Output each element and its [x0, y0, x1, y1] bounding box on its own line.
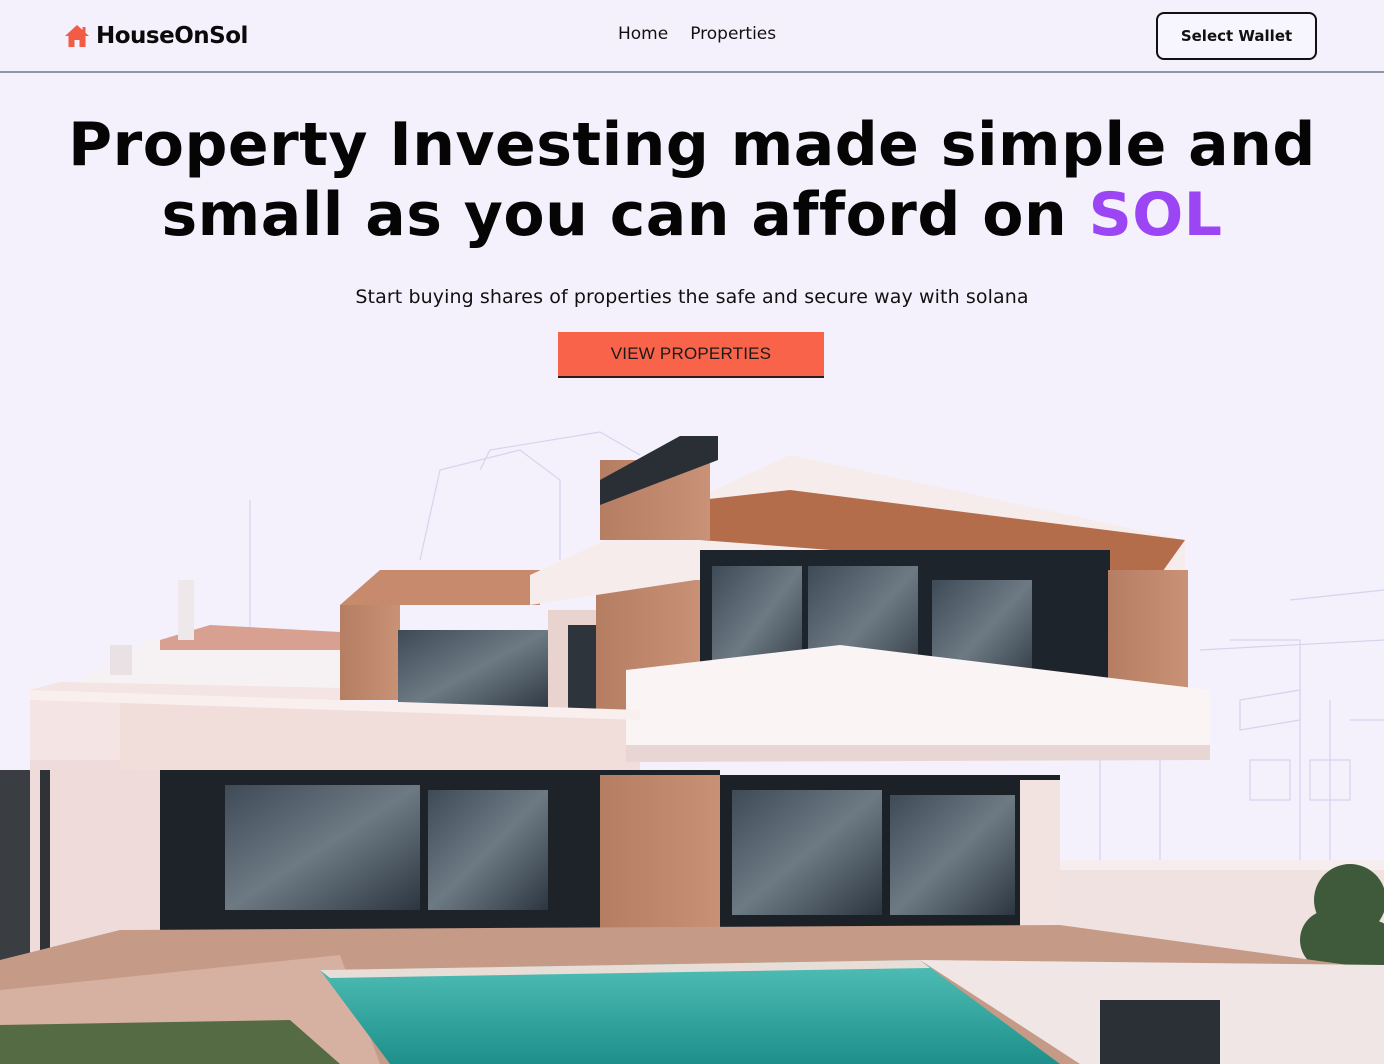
- brand-logo-link[interactable]: HouseOnSol: [64, 20, 248, 52]
- nav-link-properties[interactable]: Properties: [690, 24, 776, 44]
- nav-links: Home Properties: [618, 24, 776, 44]
- nav-link-home[interactable]: Home: [618, 24, 668, 44]
- brand-name: HouseOnSol: [96, 23, 248, 49]
- hero-house-image: [0, 431, 1384, 1064]
- hero-title-line1: Property Investing made simple and: [68, 110, 1316, 180]
- house-icon: [65, 25, 89, 47]
- hero-subtitle: Start buying shares of properties the sa…: [355, 286, 1029, 308]
- top-navbar: HouseOnSol Home Properties Select Wallet: [0, 0, 1384, 73]
- view-properties-button[interactable]: VIEW PROPERTIES: [558, 332, 824, 378]
- hero-title-line2: small as you can afford on: [161, 180, 1089, 250]
- hero-title: Property Investing made simple and small…: [0, 110, 1384, 250]
- select-wallet-button[interactable]: Select Wallet: [1156, 12, 1317, 60]
- hero-title-accent: SOL: [1088, 180, 1223, 250]
